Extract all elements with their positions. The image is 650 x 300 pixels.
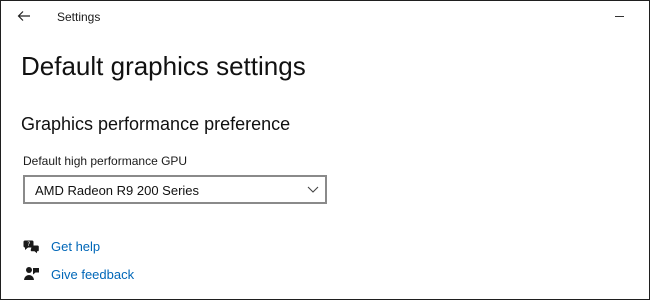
minimize-button[interactable] [607, 5, 631, 27]
back-arrow-icon [17, 11, 30, 21]
section-title: Graphics performance preference [21, 114, 291, 134]
help-chat-icon: ? [23, 237, 41, 255]
give-feedback-link[interactable]: Give feedback [23, 264, 134, 284]
get-help-label: Get help [51, 238, 101, 254]
get-help-link[interactable]: ? Get help [23, 236, 100, 256]
svg-text:?: ? [27, 241, 30, 248]
settings-window: Settings Default graphics settings Graph… [0, 0, 650, 300]
gpu-dropdown-value: AMD Radeon R9 200 Series [35, 183, 200, 198]
window-title: Settings [57, 10, 101, 24]
back-button[interactable] [11, 4, 37, 28]
chevron-down-icon [307, 186, 319, 193]
feedback-icon [23, 265, 41, 283]
page-title: Default graphics settings [21, 51, 306, 81]
give-feedback-label: Give feedback [51, 266, 135, 282]
title-bar: Settings [1, 1, 649, 33]
minimize-icon [614, 15, 624, 17]
gpu-dropdown[interactable]: AMD Radeon R9 200 Series [23, 175, 327, 204]
gpu-field-label: Default high performance GPU [23, 154, 188, 168]
